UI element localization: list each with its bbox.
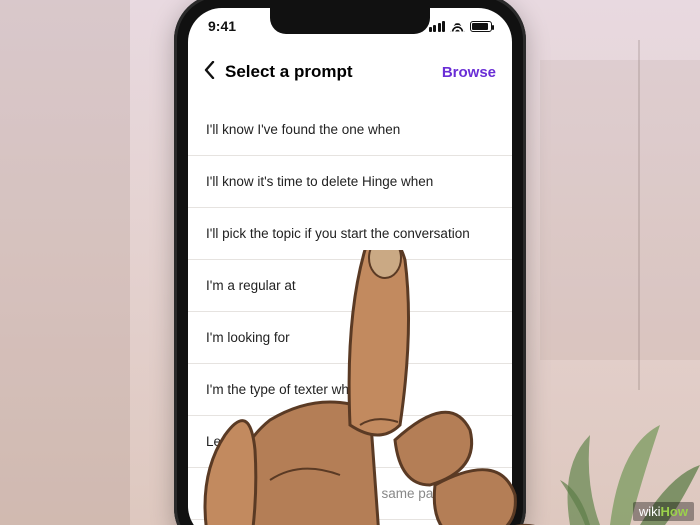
background-building-left <box>0 0 130 525</box>
chevron-left-icon <box>204 61 215 79</box>
background-building-right <box>540 60 700 360</box>
back-button[interactable] <box>204 61 215 83</box>
cellular-signal-icon <box>429 21 446 32</box>
prompt-row[interactable]: I'm looking for <box>188 312 512 364</box>
prompt-row[interactable]: I'm a regular at <box>188 260 512 312</box>
status-indicators <box>429 21 493 32</box>
phone-frame: 9:41 Select a prompt Browse I'll know I'… <box>174 0 526 525</box>
status-time: 9:41 <box>208 18 236 34</box>
prompt-row[interactable]: I'll pick the topic if you start the con… <box>188 208 512 260</box>
prompt-row[interactable]: I'm the type of texter who <box>188 364 512 416</box>
illustration-canvas: 9:41 Select a prompt Browse I'll know I'… <box>0 0 700 525</box>
prompt-row[interactable]: Let's make sure we're on the same page a… <box>188 468 512 520</box>
prompt-row[interactable]: Let's debate this topic <box>188 416 512 468</box>
watermark-prefix: wiki <box>639 504 661 519</box>
browse-button[interactable]: Browse <box>442 64 496 81</box>
phone-screen: 9:41 Select a prompt Browse I'll know I'… <box>188 8 512 525</box>
prompt-row[interactable]: I'll know it's time to delete Hinge when <box>188 156 512 208</box>
prompt-list[interactable]: I'll know I've found the one when I'll k… <box>188 104 512 525</box>
page-title: Select a prompt <box>225 62 432 82</box>
background-pole <box>638 40 640 390</box>
phone-notch <box>270 8 430 34</box>
watermark-suffix: How <box>661 504 688 519</box>
nav-header: Select a prompt Browse <box>188 52 512 92</box>
wikihow-watermark: wikiHow <box>633 502 694 521</box>
wifi-icon <box>450 21 465 32</box>
prompt-row[interactable]: I'll know I've found the one when <box>188 104 512 156</box>
battery-icon <box>470 21 492 32</box>
